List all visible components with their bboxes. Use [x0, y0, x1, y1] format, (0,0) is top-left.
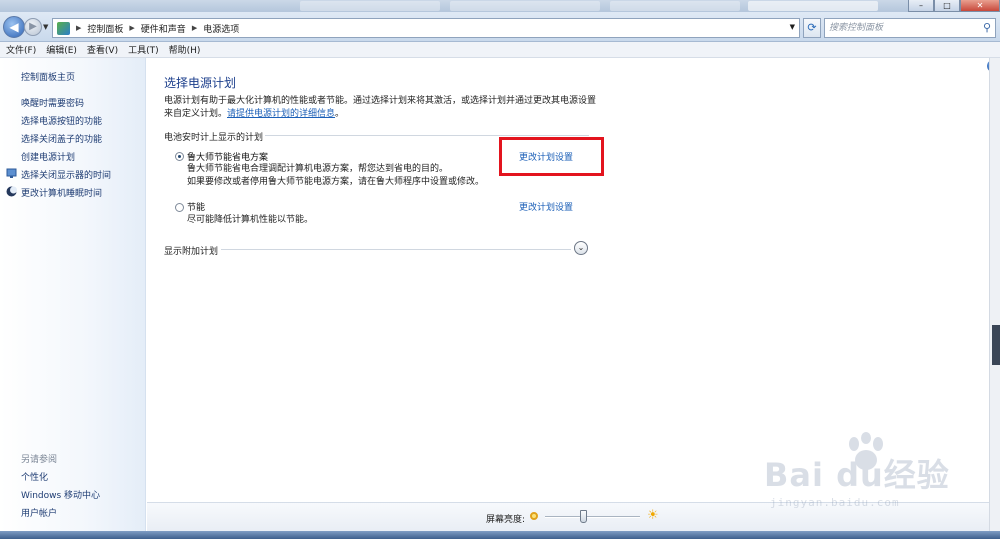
sidebar-link-lid-close[interactable]: 选择关闭盖子的功能	[21, 132, 102, 145]
see-also-user-accounts[interactable]: 用户帐户	[21, 506, 57, 519]
chevron-right-icon[interactable]: ▶	[192, 24, 197, 32]
plan-desc-power-saver: 尽可能降低计算机性能以节能。	[187, 215, 314, 225]
plan-radio-power-saver[interactable]	[175, 203, 184, 212]
menu-tools[interactable]: 工具(T)	[128, 43, 159, 56]
section-divider	[221, 249, 571, 250]
bright-sun-icon: ☀	[647, 508, 659, 523]
plan-desc-ludashi: 鲁大师节能省电合理调配计算机电源方案，帮您达到省电的目的。	[187, 164, 449, 174]
chevron-right-icon[interactable]: ▶	[129, 24, 134, 32]
change-plan-settings-link-power-saver[interactable]: 更改计划设置	[519, 200, 573, 213]
chevron-down-icon[interactable]: ⌄	[574, 241, 588, 255]
taskbar	[0, 531, 1000, 539]
page-title: 选择电源计划	[164, 76, 237, 90]
sidebar: 控制面板主页 唤醒时需要密码 选择电源按钮的功能 选择关闭盖子的功能 创建电源计…	[0, 58, 146, 531]
scrollbar-thumb[interactable]	[992, 325, 1000, 365]
breadcrumb-item[interactable]: 控制面板	[87, 22, 123, 35]
plan-details-link[interactable]: 请提供电源计划的详细信息	[227, 109, 335, 119]
brightness-slider[interactable]	[545, 516, 640, 518]
menu-bar: 文件(F) 编辑(E) 查看(V) 工具(T) 帮助(H)	[0, 42, 1000, 58]
plan-radio-ludashi[interactable]	[175, 152, 184, 161]
sidebar-home-link[interactable]: 控制面板主页	[21, 70, 75, 83]
section-divider	[265, 135, 589, 136]
highlight-box	[499, 137, 604, 176]
search-placeholder: 搜索控制面板	[829, 23, 884, 33]
brightness-label: 屏幕亮度:	[486, 515, 526, 525]
minimize-button[interactable]: –	[908, 0, 934, 12]
window-controls: – □ ✕	[908, 0, 1000, 12]
sidebar-link-power-button[interactable]: 选择电源按钮的功能	[21, 114, 102, 127]
brightness-slider-thumb[interactable]	[579, 510, 587, 523]
back-button[interactable]: ◀	[3, 16, 25, 38]
sidebar-link-sleep-time[interactable]: 更改计算机睡眠时间	[21, 186, 102, 199]
search-input[interactable]: 搜索控制面板 ⚲	[824, 18, 996, 38]
sidebar-link-display-off[interactable]: 选择关闭显示器的时间	[21, 168, 111, 181]
breadcrumb-item[interactable]: 电源选项	[203, 22, 239, 35]
close-button[interactable]: ✕	[960, 0, 1000, 12]
description-text: 电源计划有助于最大化计算机的性能或者节能。通过选择计划来将其激活，或选择计划并通…	[164, 96, 597, 106]
address-bar: ◀ ▶ ▼ ▶ 控制面板 ▶ 硬件和声音 ▶ 电源选项 ▼ ⟳ 搜索控制面板 ⚲	[0, 12, 1000, 42]
menu-file[interactable]: 文件(F)	[6, 43, 36, 56]
sidebar-link-wake-password[interactable]: 唤醒时需要密码	[21, 96, 84, 109]
window-title-strip: – □ ✕	[0, 0, 1000, 12]
menu-help[interactable]: 帮助(H)	[169, 43, 201, 56]
page-description: 电源计划有助于最大化计算机的性能或者节能。通过选择计划来将其激活，或选择计划并通…	[164, 95, 599, 121]
monitor-shield-icon	[6, 168, 17, 178]
history-dropdown-icon[interactable]: ▼	[43, 23, 48, 31]
search-icon[interactable]: ⚲	[983, 19, 991, 37]
menu-view[interactable]: 查看(V)	[87, 43, 118, 56]
breadcrumb-item[interactable]: 硬件和声音	[141, 22, 186, 35]
background-tab	[300, 1, 440, 11]
main-content: 选择电源计划 电源计划有助于最大化计算机的性能或者节能。通过选择计划来将其激活，…	[147, 58, 989, 502]
forward-button[interactable]: ▶	[24, 18, 42, 36]
chevron-right-icon[interactable]: ▶	[76, 24, 81, 32]
plan-desc-ludashi: 如果要修改或者停用鲁大师节能电源方案，请在鲁大师程序中设置或修改。	[187, 177, 485, 187]
background-tab	[450, 1, 600, 11]
address-dropdown-icon[interactable]: ▼	[790, 23, 795, 31]
see-also-mobility-center[interactable]: Windows 移动中心	[21, 488, 100, 501]
refresh-button[interactable]: ⟳	[803, 18, 821, 38]
brightness-bar: 屏幕亮度: ☀	[147, 502, 989, 531]
description-text: 。	[335, 109, 345, 119]
scrollbar[interactable]	[989, 58, 1000, 531]
maximize-button[interactable]: □	[934, 0, 960, 12]
additional-plans-label[interactable]: 显示附加计划	[164, 244, 218, 257]
moon-icon	[6, 186, 17, 197]
see-also-personalization[interactable]: 个性化	[21, 470, 48, 483]
see-also-heading: 另请参阅	[21, 455, 58, 465]
breadcrumb[interactable]: ▶ 控制面板 ▶ 硬件和声音 ▶ 电源选项 ▼	[52, 18, 800, 38]
active-tab	[748, 1, 878, 11]
background-tab	[610, 1, 740, 11]
plan-name-ludashi[interactable]: 鲁大师节能省电方案	[187, 150, 268, 163]
sidebar-link-create-plan[interactable]: 创建电源计划	[21, 150, 75, 163]
battery-plans-label: 电池安时计上显示的计划	[164, 133, 264, 143]
dim-sun-icon	[530, 512, 538, 520]
menu-edit[interactable]: 编辑(E)	[46, 43, 77, 56]
description-text: 来自定义计划。	[164, 109, 228, 119]
plan-name-power-saver[interactable]: 节能	[187, 200, 205, 213]
control-panel-icon	[57, 21, 70, 35]
